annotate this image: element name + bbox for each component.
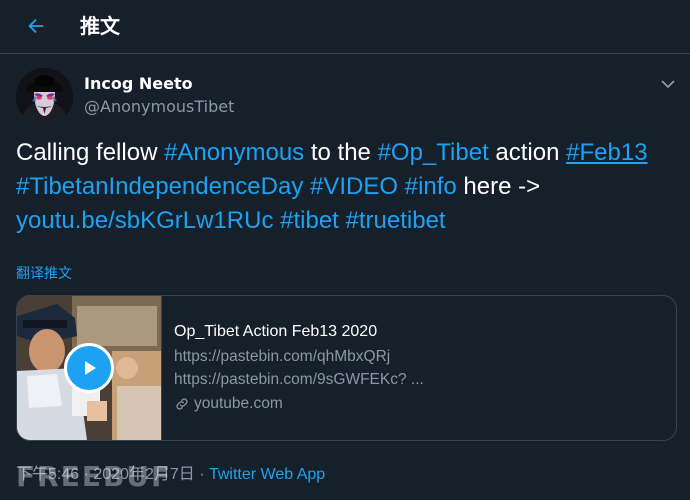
source-app-link[interactable]: Twitter Web App — [209, 466, 325, 483]
author-handle[interactable]: @AnonymousTibet — [84, 97, 234, 117]
more-options-button[interactable] — [656, 72, 680, 96]
card-domain-text: youtube.com — [194, 395, 283, 412]
play-icon — [85, 361, 96, 375]
translate-tweet-link[interactable]: 翻译推文 — [16, 264, 72, 284]
hashtag-link[interactable]: #VIDEO — [310, 173, 398, 200]
avatar-image — [16, 68, 73, 125]
hashtag-link[interactable]: #Op_Tibet — [378, 139, 489, 166]
link-card[interactable]: Op_Tibet Action Feb13 2020 https://paste… — [16, 295, 677, 441]
hashtag-link[interactable]: #info — [405, 173, 457, 200]
back-button[interactable] — [18, 8, 54, 44]
author-name[interactable]: Incog Neeto — [84, 74, 193, 94]
watermark-logo: FREEBUF — [16, 460, 172, 493]
arrow-left-icon — [28, 18, 44, 34]
tweet-text-segment — [398, 173, 405, 200]
page-title: 推文 — [80, 14, 120, 38]
card-description-line-2: https://pastebin.com/9sGWFEKc? ... — [174, 371, 424, 388]
top-bar: 推文 — [0, 0, 690, 54]
play-button[interactable] — [64, 343, 114, 393]
hashtag-link[interactable]: #truetibet — [346, 207, 446, 234]
hashtag-link[interactable]: #Anonymous — [164, 139, 304, 166]
tweet-text: Calling fellow #Anonymous to the #Op_Tib… — [16, 136, 676, 238]
tweet-text-segment: action — [488, 139, 567, 166]
tweet-text-segment: here -> — [456, 173, 541, 200]
card-title: Op_Tibet Action Feb13 2020 — [174, 323, 378, 340]
hashtag-link[interactable]: #tibet — [280, 207, 339, 234]
tweet-text-segment: to the — [304, 139, 378, 166]
hashtag-link[interactable]: #TibetanIndependenceDay — [16, 173, 303, 200]
svg-text:FREEBUF: FREEBUF — [16, 460, 172, 493]
link-icon — [176, 398, 188, 410]
avatar[interactable] — [16, 68, 73, 125]
tweet-link[interactable]: youtu.be/sbKGrLw1RUc — [16, 207, 273, 234]
card-domain: youtube.com — [174, 394, 283, 414]
chevron-down-icon — [661, 80, 675, 88]
card-description-line-1: https://pastebin.com/qhMbxQRj — [174, 348, 391, 365]
tweet-text-segment — [339, 207, 346, 234]
tweet-text-segment — [303, 173, 310, 200]
hashtag-link[interactable]: #Feb13 — [566, 139, 647, 166]
video-thumbnail[interactable] — [17, 296, 162, 440]
tweet-text-segment: Calling fellow — [16, 139, 165, 166]
